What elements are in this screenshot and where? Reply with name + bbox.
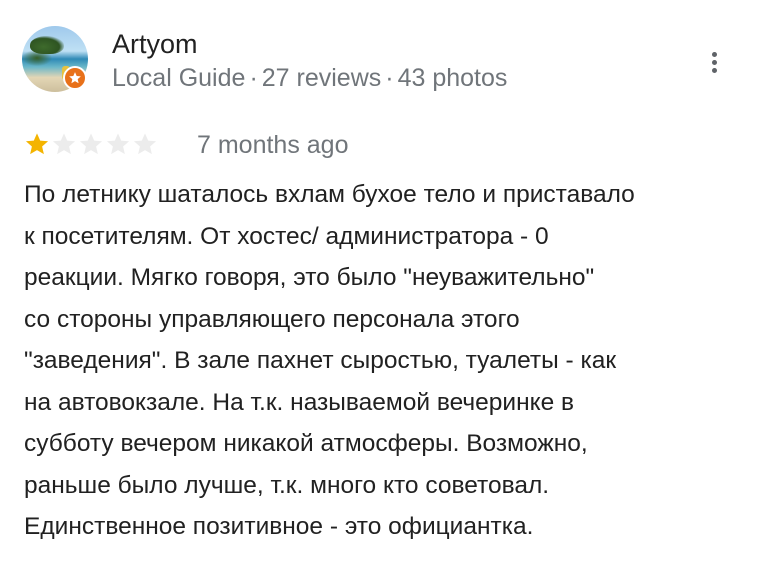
star-empty-icon xyxy=(106,133,130,155)
star-empty-icon xyxy=(133,133,157,155)
reviewer-photos-count: 43 photos xyxy=(397,64,508,92)
reviewer-level: Local Guide xyxy=(112,64,246,92)
reviewer-reviews-count: 27 reviews xyxy=(261,64,382,92)
star-empty-icon xyxy=(79,133,103,155)
menu-dot xyxy=(712,52,717,57)
reviewer-avatar[interactable] xyxy=(22,26,88,92)
star-filled-icon xyxy=(25,133,49,155)
reviewer-name[interactable]: Artyom xyxy=(112,28,198,60)
reviewer-meta: Local Guide · 27 reviews · 43 photos xyxy=(112,63,507,93)
review-card: Artyom Local Guide · 27 reviews · 43 photos … xyxy=(0,0,768,574)
star-rating xyxy=(24,131,158,157)
local-guide-badge-icon xyxy=(63,66,87,90)
review-text: По летнику шаталось вхлам бухое тело и п… xyxy=(24,181,635,540)
review-time: 7 months ago xyxy=(197,131,349,159)
meta-separator: · xyxy=(249,64,258,92)
star-empty-icon xyxy=(52,133,76,155)
more-options-icon[interactable] xyxy=(700,46,728,78)
palm-foliage-lower xyxy=(22,50,52,66)
menu-dot xyxy=(712,68,717,73)
meta-separator: · xyxy=(385,64,394,92)
menu-dot xyxy=(712,60,717,65)
